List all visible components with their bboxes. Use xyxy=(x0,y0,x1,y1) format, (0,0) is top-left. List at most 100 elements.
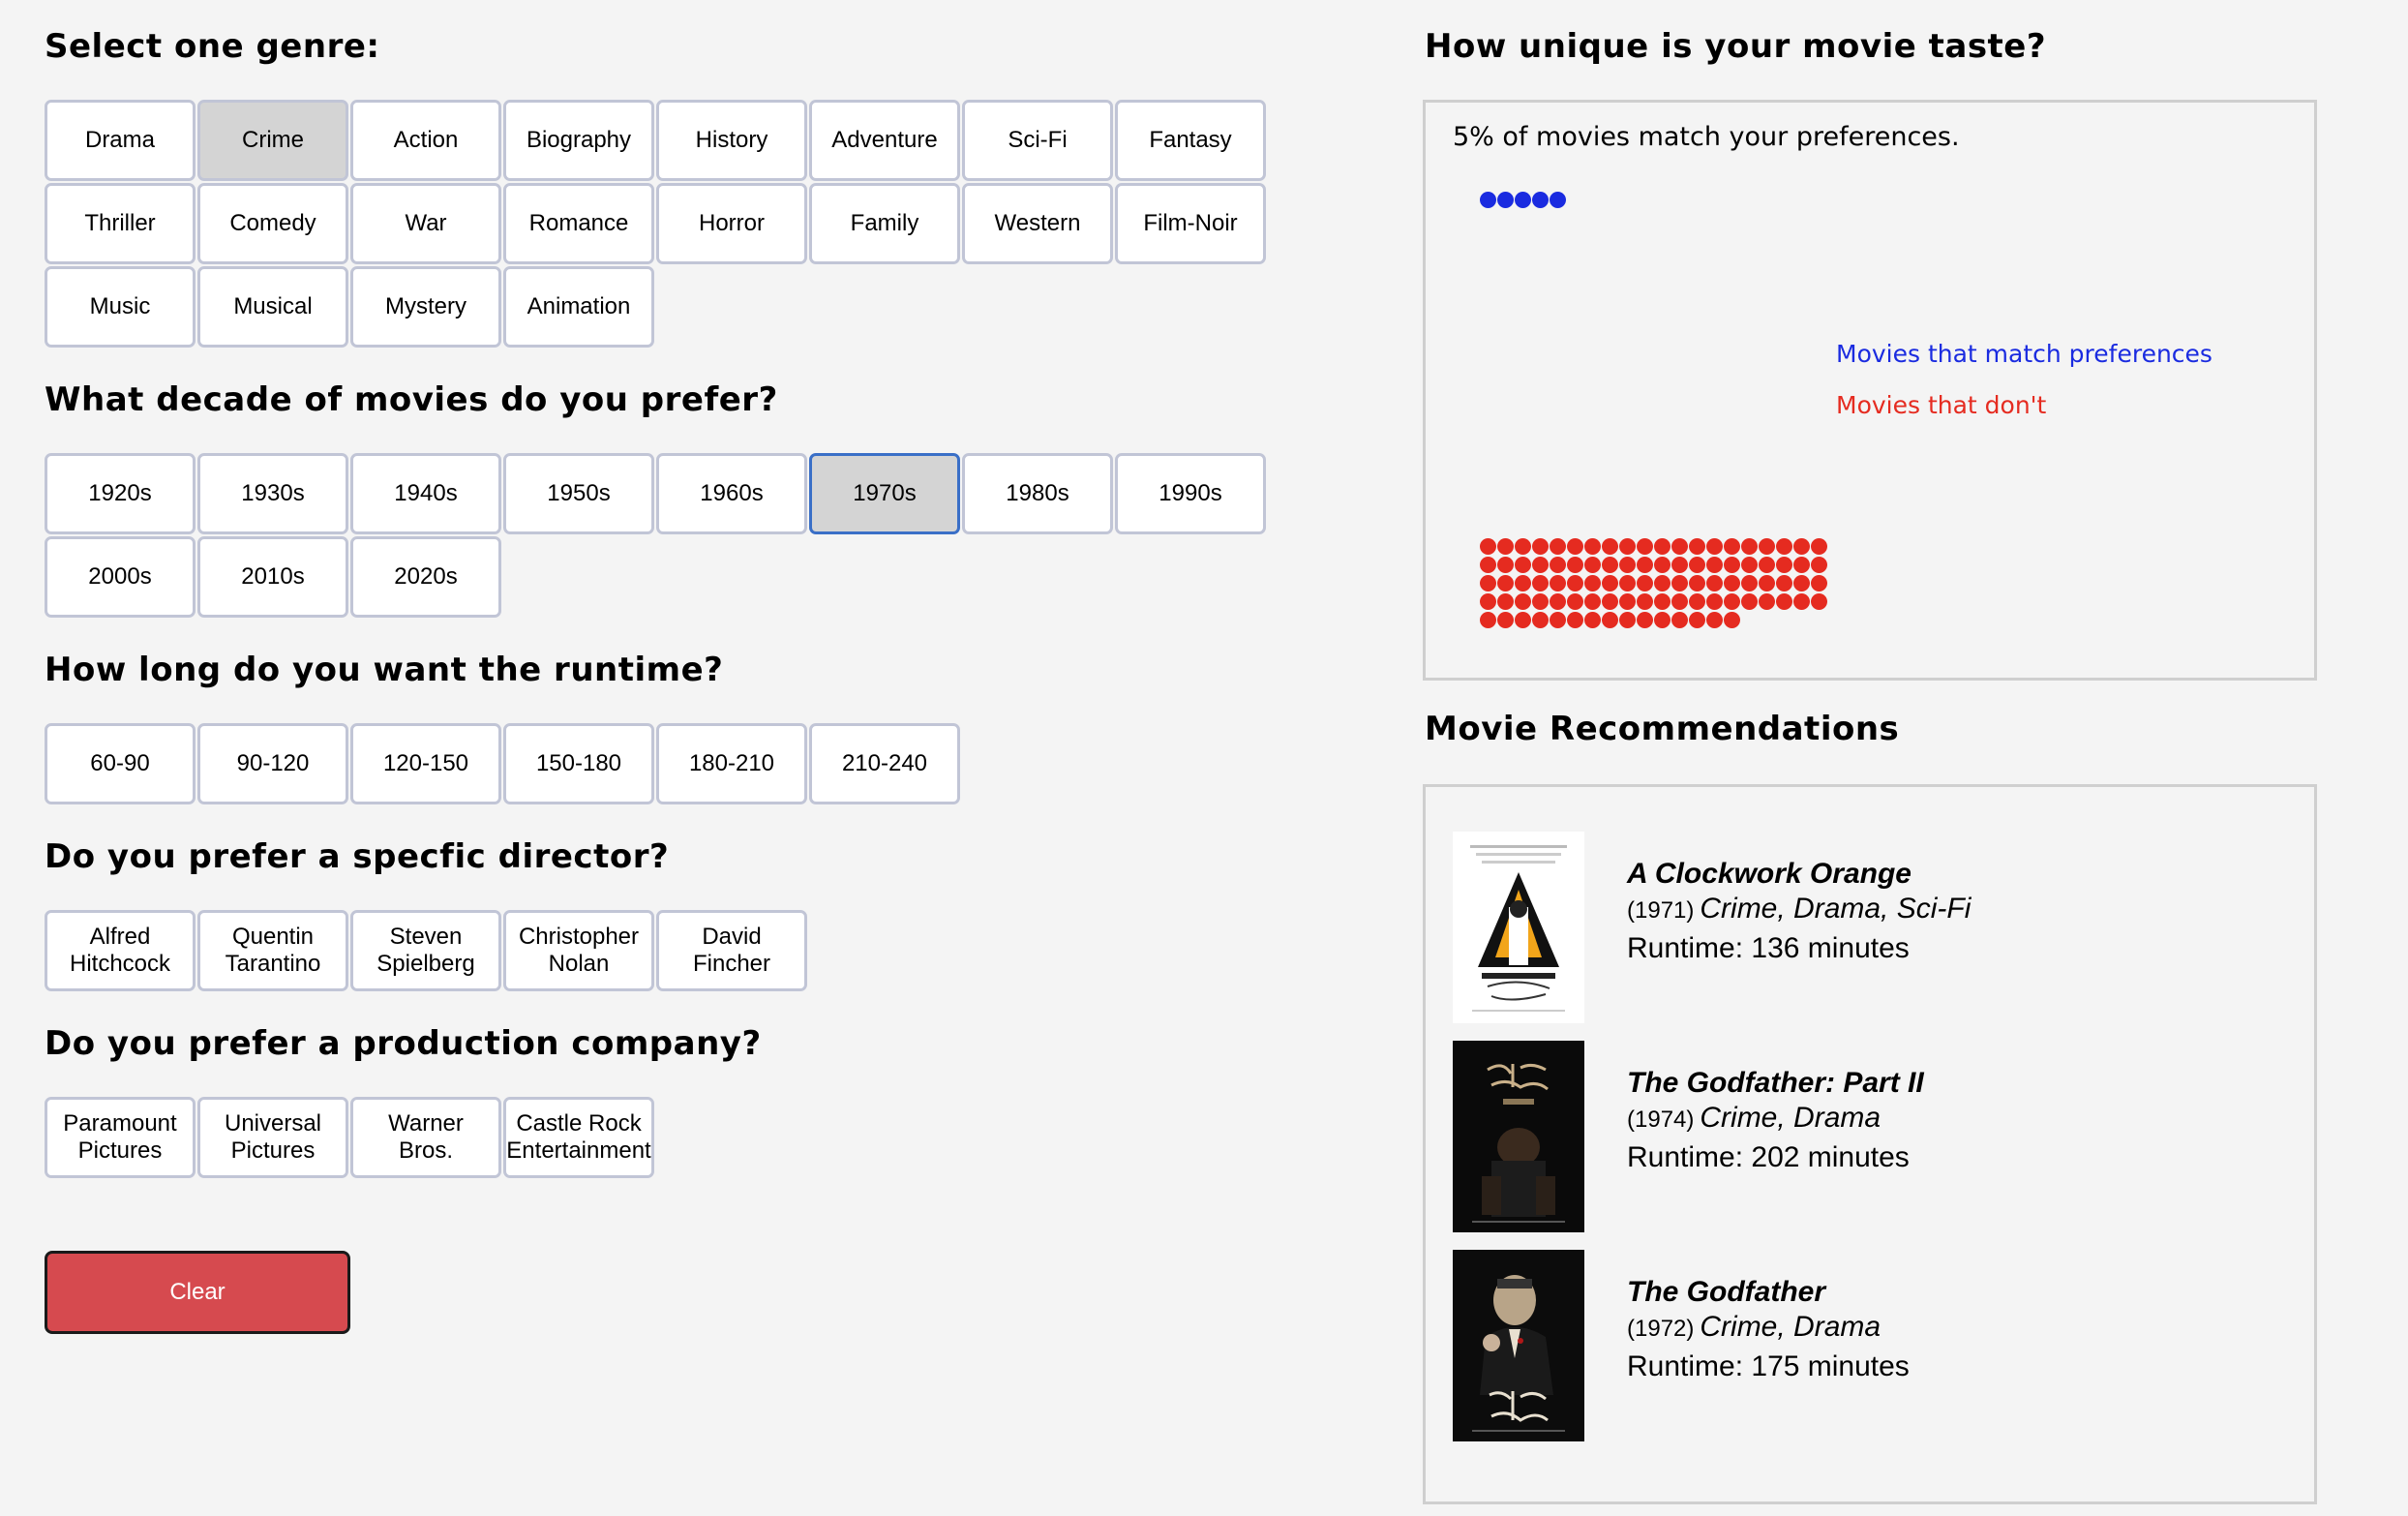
director-option-steven-spielberg[interactable]: Steven Spielberg xyxy=(350,910,501,991)
genre-option-label: Thriller xyxy=(84,210,156,237)
genre-option-romance[interactable]: Romance xyxy=(503,183,654,264)
decade-option-label: 2000s xyxy=(88,563,152,591)
movie-meta: (1974) Crime, Drama xyxy=(1627,1101,1924,1140)
movie-card[interactable]: The Godfather (1972) Crime, Drama Runtime… xyxy=(1453,1250,2285,1441)
nomatch-dot xyxy=(1602,557,1618,573)
decade-option-1980s[interactable]: 1980s xyxy=(962,453,1113,534)
company-option-warner-bros[interactable]: Warner Bros. xyxy=(350,1097,501,1178)
nomatch-dot xyxy=(1793,538,1810,555)
genre-option-label: Biography xyxy=(526,127,632,154)
nomatch-dot xyxy=(1706,538,1723,555)
nomatch-dot xyxy=(1759,593,1775,610)
movie-title: The Godfather xyxy=(1627,1276,1826,1308)
nomatch-dot xyxy=(1671,612,1688,628)
decade-option-1990s[interactable]: 1990s xyxy=(1115,453,1266,534)
nomatch-dot xyxy=(1654,612,1671,628)
genre-option-sci-fi[interactable]: Sci-Fi xyxy=(962,100,1113,181)
company-option-universal-pictures[interactable]: Universal Pictures xyxy=(197,1097,348,1178)
runtime-option-210-240[interactable]: 210-240 xyxy=(809,723,960,804)
director-option-christopher-nolan[interactable]: Christopher Nolan xyxy=(503,910,654,991)
decade-option-1930s[interactable]: 1930s xyxy=(197,453,348,534)
decade-option-label: 2010s xyxy=(241,563,305,591)
genre-option-horror[interactable]: Horror xyxy=(656,183,807,264)
genre-option-crime[interactable]: Crime xyxy=(197,100,348,181)
nomatch-dot xyxy=(1567,593,1583,610)
genre-option-musical[interactable]: Musical xyxy=(197,266,348,348)
genre-option-action[interactable]: Action xyxy=(350,100,501,181)
nomatch-dot xyxy=(1706,593,1723,610)
decade-section-title: What decade of movies do you prefer? xyxy=(45,380,778,419)
nomatch-dot xyxy=(1532,593,1549,610)
nomatch-dot xyxy=(1689,557,1705,573)
nomatch-dot xyxy=(1724,593,1740,610)
company-option-castle-rock-entertainment[interactable]: Castle Rock Entertainment xyxy=(503,1097,654,1178)
genre-option-music[interactable]: Music xyxy=(45,266,196,348)
movie-meta: (1971) Crime, Drama, Sci-Fi xyxy=(1627,892,1971,931)
genre-option-biography[interactable]: Biography xyxy=(503,100,654,181)
movie-poster xyxy=(1453,1041,1584,1232)
runtime-option-60-90[interactable]: 60-90 xyxy=(45,723,196,804)
nomatch-dot xyxy=(1515,557,1531,573)
decade-option-2010s[interactable]: 2010s xyxy=(197,536,348,618)
nomatch-dot xyxy=(1741,593,1758,610)
nomatch-dot xyxy=(1637,612,1653,628)
director-options: Alfred Hitchcock Quentin Tarantino Steven … xyxy=(45,910,1266,991)
decade-option-1920s[interactable]: 1920s xyxy=(45,453,196,534)
genre-option-animation[interactable]: Animation xyxy=(503,266,654,348)
nomatch-dot xyxy=(1689,575,1705,591)
nomatch-dot xyxy=(1671,575,1688,591)
runtime-option-120-150[interactable]: 120-150 xyxy=(350,723,501,804)
nomatch-dot xyxy=(1515,538,1531,555)
genre-option-adventure[interactable]: Adventure xyxy=(809,100,960,181)
nomatch-dot xyxy=(1759,538,1775,555)
decade-option-2020s[interactable]: 2020s xyxy=(350,536,501,618)
match-dot xyxy=(1497,192,1514,208)
match-dot xyxy=(1550,192,1566,208)
decade-option-1940s[interactable]: 1940s xyxy=(350,453,501,534)
nomatch-dot xyxy=(1811,593,1827,610)
nomatch-dot xyxy=(1724,612,1740,628)
director-option-david-fincher[interactable]: David Fincher xyxy=(656,910,807,991)
genre-option-western[interactable]: Western xyxy=(962,183,1113,264)
genre-option-mystery[interactable]: Mystery xyxy=(350,266,501,348)
genre-option-fantasy[interactable]: Fantasy xyxy=(1115,100,1266,181)
genre-option-label: Crime xyxy=(242,127,304,154)
nomatch-dot xyxy=(1602,575,1618,591)
genre-option-history[interactable]: History xyxy=(656,100,807,181)
genre-option-family[interactable]: Family xyxy=(809,183,960,264)
runtime-option-150-180[interactable]: 150-180 xyxy=(503,723,654,804)
runtime-option-label: 210-240 xyxy=(841,750,928,777)
decade-option-1950s[interactable]: 1950s xyxy=(503,453,654,534)
genre-option-drama[interactable]: Drama xyxy=(45,100,196,181)
decade-option-2000s[interactable]: 2000s xyxy=(45,536,196,618)
movie-card[interactable]: A Clockwork Orange (1971) Crime, Drama, S… xyxy=(1453,832,2285,1023)
movie-info: A Clockwork Orange (1971) Crime, Drama, S… xyxy=(1627,857,1971,966)
nomatch-dot xyxy=(1741,538,1758,555)
decade-option-1970s[interactable]: 1970s xyxy=(809,453,960,534)
match-dot xyxy=(1480,192,1496,208)
genre-option-label: History xyxy=(695,127,768,154)
director-option-alfred-hitchcock[interactable]: Alfred Hitchcock xyxy=(45,910,196,991)
nomatch-dot xyxy=(1654,575,1671,591)
genre-option-thriller[interactable]: Thriller xyxy=(45,183,196,264)
nomatch-dot xyxy=(1619,557,1636,573)
movie-card[interactable]: The Godfather: Part II (1974) Crime, Dram… xyxy=(1453,1041,2285,1232)
runtime-option-90-120[interactable]: 90-120 xyxy=(197,723,348,804)
nomatch-dot xyxy=(1689,538,1705,555)
runtime-option-180-210[interactable]: 180-210 xyxy=(656,723,807,804)
nomatch-dot xyxy=(1515,612,1531,628)
company-option-paramount-pictures[interactable]: Paramount Pictures xyxy=(45,1097,196,1178)
decade-option-1960s[interactable]: 1960s xyxy=(656,453,807,534)
genre-option-film-noir[interactable]: Film-Noir xyxy=(1115,183,1266,264)
genre-option-comedy[interactable]: Comedy xyxy=(197,183,348,264)
nomatch-dot xyxy=(1584,575,1601,591)
genre-option-war[interactable]: War xyxy=(350,183,501,264)
movie-year: (1974) xyxy=(1627,1107,1695,1133)
genre-option-label: Animation xyxy=(527,293,631,320)
director-option-quentin-tarantino[interactable]: Quentin Tarantino xyxy=(197,910,348,991)
nomatch-dot xyxy=(1619,593,1636,610)
nomatch-dot xyxy=(1497,557,1514,573)
runtime-section-title: How long do you want the runtime? xyxy=(45,651,724,689)
movie-title: A Clockwork Orange xyxy=(1627,858,1911,890)
clear-button[interactable]: Clear xyxy=(45,1251,350,1334)
